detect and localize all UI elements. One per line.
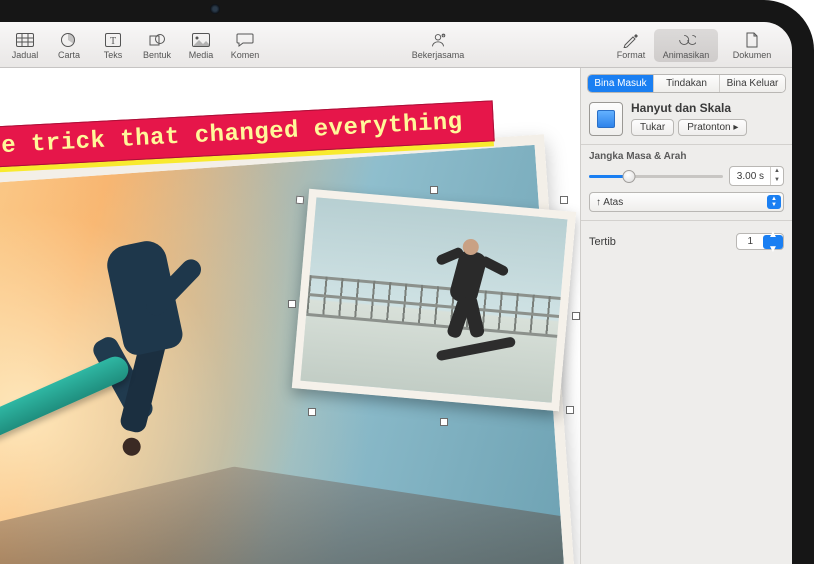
selection-handle[interactable] [572, 312, 580, 320]
comment-icon [235, 31, 255, 49]
direction-select[interactable]: ↑ Atas ▲▼ [589, 192, 784, 212]
chevron-up-icon[interactable]: ▲ [771, 167, 783, 176]
keynote-window: Jadual Carta T Teks Bentuk Media [0, 22, 792, 564]
toolbar-teks[interactable]: T Teks [92, 29, 134, 62]
toolbar-jadual[interactable]: Jadual [4, 29, 46, 62]
selection-handle[interactable] [308, 408, 316, 416]
svg-text:+: + [442, 33, 445, 38]
duration-slider[interactable] [589, 167, 723, 185]
selection-handle[interactable] [430, 186, 438, 194]
toolbar-format-label: Format [617, 50, 646, 60]
effect-name: Hanyut dan Skala [631, 101, 784, 115]
chart-icon [59, 31, 79, 49]
selection-handle[interactable] [560, 196, 568, 204]
order-select[interactable]: 1 ▲▼ [736, 233, 784, 250]
duration-title: Jangka Masa & Arah [589, 151, 784, 162]
toolbar-bentuk[interactable]: Bentuk [136, 29, 178, 62]
main-area: e trick that changed everything [0, 68, 792, 564]
preview-button[interactable]: Pratonton ▸ [678, 119, 747, 136]
toolbar-carta[interactable]: Carta [48, 29, 90, 62]
inspector-panel: Bina Masuk Tindakan Bina Keluar Hanyut d… [580, 68, 792, 564]
photo-selected[interactable] [292, 189, 576, 412]
document-icon [742, 31, 762, 49]
select-chevrons-icon: ▲▼ [767, 195, 781, 209]
seg-bina-masuk[interactable]: Bina Masuk [588, 75, 654, 92]
svg-text:T: T [110, 36, 116, 47]
toolbar-komen-label: Komen [231, 50, 260, 60]
table-icon [15, 31, 35, 49]
animate-icon [676, 31, 696, 49]
selection-handle[interactable] [566, 406, 574, 414]
selection-handle[interactable] [288, 300, 296, 308]
selection-handle[interactable] [440, 418, 448, 426]
build-segmented-control: Bina Masuk Tindakan Bina Keluar [587, 74, 786, 93]
media-icon [191, 31, 211, 49]
toolbar-carta-label: Carta [58, 50, 80, 60]
tertib-label: Tertib [589, 236, 616, 248]
select-chevrons-icon: ▲▼ [763, 235, 783, 249]
toolbar-animasikan[interactable]: Animasikan [654, 29, 718, 62]
effect-thumbnail[interactable] [589, 102, 623, 136]
toolbar-media-label: Media [189, 50, 214, 60]
collaborate-icon: + [428, 31, 448, 49]
slide-canvas[interactable]: e trick that changed everything [0, 68, 580, 564]
text-icon: T [103, 31, 123, 49]
effect-row: Hanyut dan Skala Tukar Pratonton ▸ [581, 101, 792, 144]
toolbar-bekerjasama-label: Bekerjasama [412, 50, 465, 60]
seg-tindakan[interactable]: Tindakan [654, 75, 720, 92]
chevron-down-icon[interactable]: ▼ [771, 176, 783, 185]
order-row: Tertib 1 ▲▼ [581, 227, 792, 256]
duration-value: 3.00 s [730, 169, 770, 184]
direction-value: ↑ Atas [596, 197, 623, 208]
laptop-camera [210, 4, 220, 14]
format-icon [621, 31, 641, 49]
toolbar-teks-label: Teks [104, 50, 123, 60]
duration-stepper[interactable]: 3.00 s ▲ ▼ [729, 166, 784, 186]
toolbar-dokumen[interactable]: Dokumen [720, 29, 784, 62]
toolbar-animasikan-label: Animasikan [663, 50, 710, 60]
toolbar-format[interactable]: Format [610, 29, 652, 62]
selection-handle[interactable] [296, 196, 305, 205]
toolbar-bekerjasama[interactable]: + Bekerjasama [406, 29, 470, 62]
shape-icon [147, 31, 167, 49]
seg-bina-keluar[interactable]: Bina Keluar [720, 75, 785, 92]
toolbar-dokumen-label: Dokumen [733, 50, 772, 60]
toolbar: Jadual Carta T Teks Bentuk Media [0, 22, 792, 68]
toolbar-jadual-label: Jadual [12, 50, 39, 60]
duration-section: Jangka Masa & Arah 3.00 s ▲ ▼ [581, 151, 792, 220]
toolbar-media[interactable]: Media [180, 29, 222, 62]
toolbar-komen[interactable]: Komen [224, 29, 266, 62]
toolbar-bentuk-label: Bentuk [143, 50, 171, 60]
change-effect-button[interactable]: Tukar [631, 119, 674, 136]
